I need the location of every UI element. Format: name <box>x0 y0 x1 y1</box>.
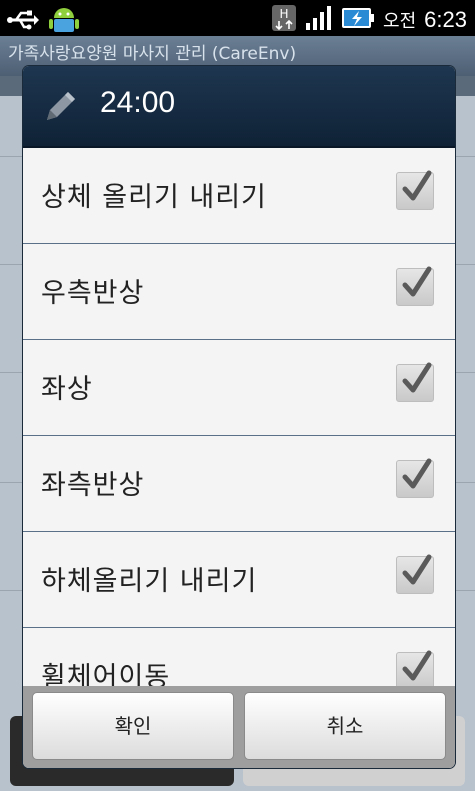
status-ampm: 오전 <box>383 11 417 32</box>
item-label: 하체올리기 내리기 <box>41 566 258 597</box>
list-item[interactable]: 휠체어이동 <box>23 628 455 686</box>
list-item[interactable]: 좌측반상 <box>23 436 455 532</box>
check-icon <box>402 554 432 585</box>
checkbox[interactable] <box>396 362 434 402</box>
dialog-header: 24:00 <box>23 66 455 148</box>
checkbox[interactable] <box>396 458 434 498</box>
check-icon <box>402 458 432 489</box>
item-label: 우측반상 <box>41 278 145 309</box>
usb-icon <box>6 8 40 36</box>
dialog-title: 24:00 <box>100 86 176 119</box>
item-label: 상체 올리기 내리기 <box>41 182 267 213</box>
list-item[interactable]: 우측반상 <box>23 244 455 340</box>
svg-text:H: H <box>280 7 289 21</box>
checkbox[interactable] <box>396 266 434 306</box>
item-label: 좌상 <box>41 374 93 405</box>
list-item[interactable]: 하체올리기 내리기 <box>23 532 455 628</box>
check-icon <box>402 362 432 393</box>
list-item[interactable]: 좌상 <box>23 340 455 436</box>
dialog-button-bar: 확인 취소 <box>23 686 455 768</box>
android-icon <box>48 4 80 40</box>
item-label: 휠체어이동 <box>41 662 171 686</box>
checkbox[interactable] <box>396 650 434 686</box>
signal-icon <box>305 5 333 35</box>
battery-charging-icon <box>341 6 375 34</box>
choice-list[interactable]: 상체 올리기 내리기 우측반상 좌상 좌측반상 하체올리기 내리기 휠체어이동 <box>23 148 455 686</box>
status-time: 6:23 <box>424 7 467 32</box>
ok-button[interactable]: 확인 <box>32 692 234 760</box>
check-icon <box>402 170 432 201</box>
checkbox[interactable] <box>396 554 434 594</box>
multi-choice-dialog: 24:00 상체 올리기 내리기 우측반상 좌상 좌측반상 하체올리기 내리기 … <box>23 66 455 768</box>
cancel-button[interactable]: 취소 <box>244 692 446 760</box>
check-icon <box>402 650 432 681</box>
list-item[interactable]: 상체 올리기 내리기 <box>23 148 455 244</box>
checkbox[interactable] <box>396 170 434 210</box>
check-icon <box>402 266 432 297</box>
hspa-icon: H <box>271 4 297 36</box>
status-bar: H 오전 6:23 <box>0 0 475 36</box>
pencil-icon <box>41 86 81 130</box>
item-label: 좌측반상 <box>41 470 145 501</box>
